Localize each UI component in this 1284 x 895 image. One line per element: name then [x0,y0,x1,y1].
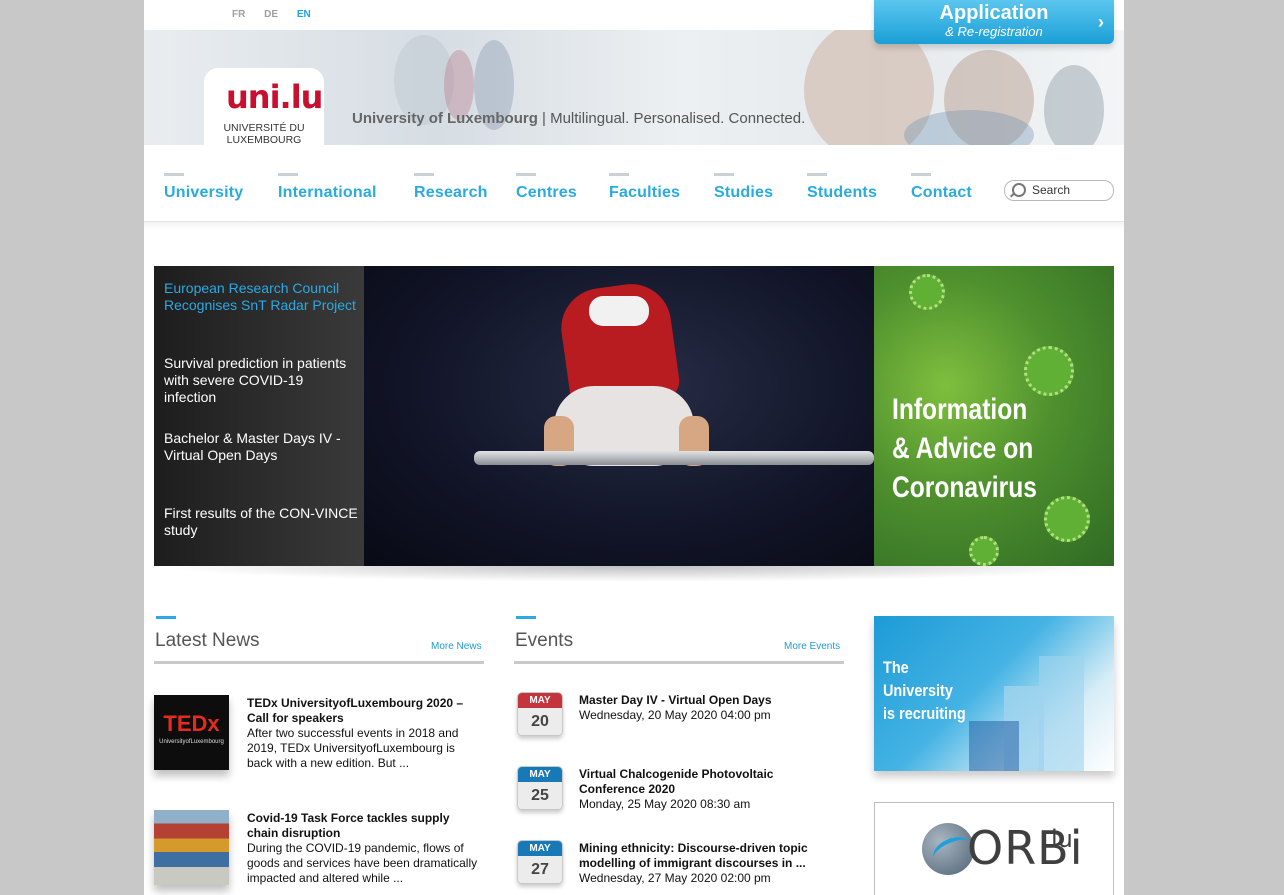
lang-fr[interactable]: FR [232,9,245,20]
search-input[interactable]: Search [1004,180,1114,201]
calendar-month: MAY [518,841,562,856]
nav-shadow [144,222,1124,230]
page: FR DE EN uni.lu UNIVERSITÉ DU LUXEMBOURG… [144,0,1124,895]
tedx-subtitle: UniversityofLuxembourg [159,739,224,745]
recruiting-text: The University is recruiting [883,656,966,725]
nav-centres[interactable]: Centres [516,173,577,202]
application-button[interactable]: Application & Re-registration › [874,0,1114,44]
corona-line-2: & Advice on [892,432,1034,465]
slide-link[interactable]: Survival prediction in patients with sev… [164,355,359,406]
logo-mark: uni.lu [226,78,323,116]
gymnast-feet-shape [589,296,649,326]
coronavirus-info-banner[interactable]: Information & Advice on Coronavirus [874,266,1114,566]
orbi-repository-link[interactable]: ORBi lu [874,802,1114,895]
university-logo[interactable]: uni.lu UNIVERSITÉ DU LUXEMBOURG [204,68,324,146]
news-item-description: During the COVID-19 pandemic, flows of g… [247,841,478,885]
recruit-line-3: is recruiting [883,704,966,723]
coronavirus-banner-text: Information & Advice on Coronavirus [892,390,1037,507]
nav-studies[interactable]: Studies [714,173,773,202]
application-title: Application [939,2,1049,24]
nav-international[interactable]: International [278,173,377,202]
nav-label: Students [807,184,878,201]
search-icon [1012,183,1026,197]
building-shape [969,721,1019,771]
news-item-title[interactable]: TEDx UniversityofLuxembourg 2020 – Call … [247,696,477,726]
event-date: Wednesday, 27 May 2020 02:00 pm [579,871,771,885]
recruiting-banner[interactable]: The University is recruiting [874,616,1114,771]
building-shape [1039,656,1084,771]
nav-label: Studies [714,184,774,201]
logo-text: UNIVERSITÉ DU LUXEMBOURG [204,122,324,146]
calendar-day: 25 [518,782,562,809]
news-item-description: After two successful events in 2018 and … [247,726,459,770]
recruit-line-2: University [883,681,953,700]
slideshow-image[interactable] [364,266,874,566]
nav-research[interactable]: Research [414,173,488,202]
virus-icon [909,274,945,310]
calendar-day: 27 [518,856,562,883]
calendar-month: MAY [518,693,562,708]
event-date: Monday, 25 May 2020 08:30 am [579,797,751,811]
nav-students[interactable]: Students [807,173,877,202]
nav-label: Research [414,184,488,201]
event-date: Wednesday, 20 May 2020 04:00 pm [579,708,771,722]
calendar-date-badge: MAY 20 [517,692,563,736]
lang-en[interactable]: EN [297,9,311,20]
horizontal-bar-shape [474,451,874,465]
virus-icon [1024,346,1074,396]
main-nav: University International Research Centre… [144,145,1124,222]
language-switcher: FR DE EN [232,9,327,20]
nav-label: Faculties [609,184,681,201]
recruit-line-1: The [883,658,909,677]
calendar-date-badge: MAY 27 [517,840,563,884]
nav-contact[interactable]: Contact [911,173,972,202]
section-accent [516,616,536,619]
slide-link[interactable]: Bachelor & Master Days IV - Virtual Open… [164,430,359,464]
virus-icon [1044,496,1090,542]
lang-de[interactable]: DE [264,9,278,20]
events-section-title: Events [515,630,574,651]
news-thumbnail[interactable]: TEDx UniversityofLuxembourg [154,695,229,770]
more-news-link[interactable]: More News [431,641,482,652]
news-item-title[interactable]: Covid-19 Task Force tackles supply chain… [247,811,477,841]
virus-icon [969,536,999,566]
news-section-title: Latest News [155,630,260,651]
nav-label: Contact [911,184,972,201]
news-divider [154,661,484,664]
chevron-right-icon: › [1098,12,1104,32]
search-placeholder: Search [1032,183,1071,197]
slideshow-list: European Research Council Recognises SnT… [154,266,364,566]
nav-university[interactable]: University [164,173,243,202]
calendar-month: MAY [518,767,562,782]
section-accent [156,616,176,619]
application-subtitle: & Re-registration [945,24,1043,39]
nav-label: University [164,184,244,201]
slide-link[interactable]: European Research Council Recognises SnT… [164,280,359,314]
events-divider [514,661,844,664]
nav-label: International [278,184,377,201]
calendar-day: 20 [518,708,562,735]
calendar-date-badge: MAY 25 [517,766,563,810]
tagline-slogan: | Multilingual. Personalised. Connected. [537,110,806,127]
slideshow-shadow [154,566,1114,582]
corona-line-1: Information [892,393,1028,426]
event-title[interactable]: Master Day IV - Virtual Open Days [579,693,841,708]
tagline-name: University of Luxembourg [352,110,538,127]
more-events-link[interactable]: More Events [784,641,840,652]
slide-link[interactable]: First results of the CON-VINCE study [164,505,359,539]
event-title[interactable]: Mining ethnicity: Discourse-driven topic… [579,841,841,871]
logo-line-1: UNIVERSITÉ DU [223,122,305,134]
tedx-logo: TEDx [163,711,220,736]
nav-faculties[interactable]: Faculties [609,173,680,202]
news-thumbnail[interactable] [154,810,229,885]
event-title[interactable]: Virtual Chalcogenide Photovoltaic Confer… [579,767,841,797]
corona-line-3: Coronavirus [892,471,1037,504]
nav-label: Centres [516,184,577,201]
tagline: University of Luxembourg | Multilingual.… [352,110,805,127]
orbi-logo-suffix: lu [1051,825,1073,853]
banner-photo-shape [1044,65,1104,145]
